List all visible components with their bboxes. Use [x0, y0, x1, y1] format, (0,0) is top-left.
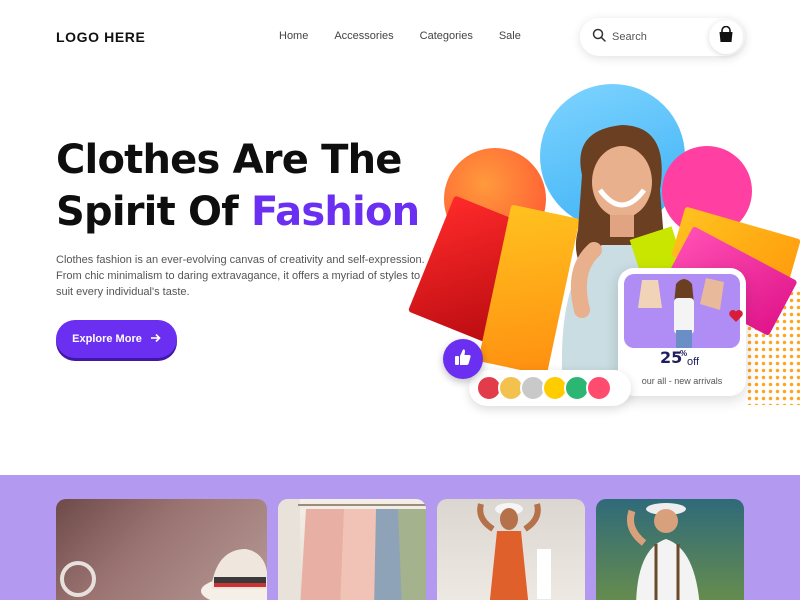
explore-more-button[interactable]: Explore More	[56, 320, 177, 358]
cart-button[interactable]	[709, 20, 743, 54]
shopping-bag-icon	[717, 25, 735, 49]
nav-sale[interactable]: Sale	[499, 30, 521, 42]
hero-title-accent: Fashion	[250, 189, 420, 235]
gallery-card-hat[interactable]	[56, 499, 267, 600]
explore-more-label: Explore More	[72, 333, 142, 345]
hat-image	[60, 549, 267, 600]
logo[interactable]: LOGO HERE	[56, 29, 145, 45]
avatar	[586, 375, 612, 401]
man-with-hat-image	[627, 503, 700, 600]
customer-avatars	[469, 370, 631, 406]
nav-categories[interactable]: Categories	[420, 30, 473, 42]
search-icon[interactable]	[592, 28, 606, 47]
promo-off-label: off	[687, 356, 700, 368]
hero-description: Clothes fashion is an ever-evolving canv…	[56, 254, 425, 298]
nav-home[interactable]: Home	[279, 30, 308, 42]
hero-illustration: 25 % off our all - new arrivals	[407, 80, 800, 410]
search-input[interactable]	[612, 31, 702, 43]
promo-value: 25	[660, 348, 683, 367]
promo-caption: our all - new arrivals	[641, 376, 723, 386]
gallery-card-orange-dress[interactable]	[437, 499, 585, 600]
arrow-right-icon	[150, 333, 161, 346]
hero-title-line2: Spirit Of	[56, 189, 251, 235]
gallery-card-clothes-rack[interactable]	[278, 499, 426, 600]
main-nav: Home Accessories Categories Sale	[279, 30, 521, 42]
thumbs-up-icon	[453, 347, 473, 372]
clothes-rack-image	[278, 499, 426, 600]
promo-model-image	[624, 274, 740, 348]
orange-dress-model-image	[477, 503, 551, 600]
promo-card[interactable]: 25 % off our all - new arrivals	[618, 268, 746, 396]
hero-title: Clothes Are The Spirit Of Fashion	[56, 134, 436, 238]
heart-icon	[728, 308, 744, 324]
hero-title-line1: Clothes Are The	[56, 137, 402, 183]
search-bar	[580, 18, 745, 56]
gallery-card-man-hat[interactable]	[596, 499, 744, 600]
like-button[interactable]	[443, 339, 483, 379]
nav-accessories[interactable]: Accessories	[334, 30, 393, 42]
